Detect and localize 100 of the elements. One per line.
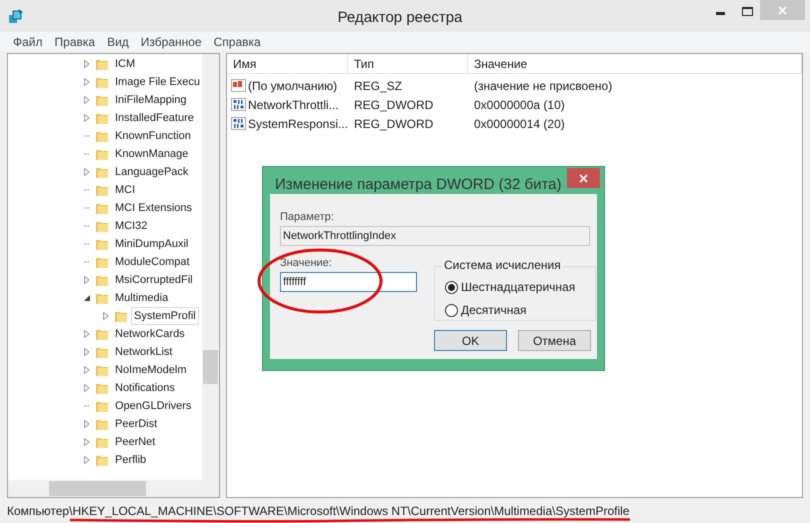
cancel-button[interactable]: Отмена: [518, 330, 591, 351]
menu-item[interactable]: Справка: [214, 32, 261, 50]
folder-icon: [95, 453, 109, 467]
expand-icon[interactable]: [84, 168, 90, 176]
value-name[interactable]: (По умолчанию): [248, 76, 338, 94]
vertical-scrollbar[interactable]: [202, 54, 219, 480]
string-value-icon: [231, 78, 246, 93]
tree-item[interactable]: NetworkList: [112, 342, 176, 362]
tree-item[interactable]: MCI: [112, 180, 138, 200]
tree-item[interactable]: ModuleCompat: [112, 252, 193, 272]
parameter-label: Параметр:: [280, 210, 334, 225]
binary-value-icon: [231, 97, 246, 112]
folder-icon: [95, 183, 109, 197]
menu-item[interactable]: Вид: [107, 32, 129, 50]
tree-item[interactable]: LanguagePack: [112, 162, 192, 182]
expand-icon[interactable]: [84, 78, 90, 86]
folder-icon: [95, 381, 109, 395]
value-type: REG_DWORD: [353, 96, 434, 114]
radio-button[interactable]: [445, 304, 458, 316]
tree-item[interactable]: MCI32: [112, 216, 150, 236]
expand-icon[interactable]: [84, 384, 90, 392]
tree-item[interactable]: KnownManage: [112, 144, 192, 164]
horizontal-scrollbar[interactable]: [8, 480, 219, 497]
menu-item[interactable]: Избранное: [140, 32, 202, 50]
expand-icon[interactable]: [84, 60, 90, 68]
close-icon: [579, 174, 588, 182]
tree-item[interactable]: Multimedia: [112, 288, 172, 308]
maximize-icon[interactable]: [742, 7, 753, 16]
expand-icon[interactable]: [84, 348, 90, 356]
column-header[interactable]: Тип: [348, 54, 468, 73]
folder-icon: [95, 165, 109, 179]
tree-item[interactable]: Image File Execu: [112, 72, 203, 92]
expand-icon[interactable]: [84, 276, 90, 284]
expand-icon[interactable]: [84, 456, 90, 464]
tree-item[interactable]: NoImeModelm: [112, 360, 190, 380]
scroll-thumb[interactable]: [49, 481, 146, 496]
tree-item[interactable]: KnownFunction: [112, 126, 194, 146]
folder-icon: [95, 219, 109, 233]
folder-icon: [95, 327, 109, 341]
tree-item[interactable]: Perflib: [112, 450, 150, 470]
folder-icon: [95, 255, 109, 269]
expand-icon[interactable]: [84, 330, 90, 338]
folder-icon: [114, 309, 128, 323]
tree-item[interactable]: ICM: [112, 54, 138, 74]
value-label: Значение:: [280, 256, 332, 271]
tree-item[interactable]: MiniDumpAuxil: [112, 234, 192, 254]
dialog-title: Изменение параметра DWORD (32 бита): [275, 175, 562, 195]
value-type: REG_SZ: [353, 78, 404, 94]
collapse-icon[interactable]: [84, 294, 90, 302]
close-button[interactable]: [760, 0, 805, 20]
tree-item[interactable]: SystemProfil: [131, 306, 199, 326]
folder-icon: [95, 417, 109, 431]
expand-icon[interactable]: [84, 114, 90, 122]
registry-app-icon: [8, 8, 24, 24]
radio-button[interactable]: [445, 280, 458, 294]
folder-icon: [95, 201, 109, 215]
window-title: Редактор реестра: [336, 8, 464, 28]
expand-icon[interactable]: [84, 420, 90, 428]
menu-item[interactable]: Файл: [13, 32, 43, 50]
folder-icon: [95, 111, 109, 125]
tree-item[interactable]: InstalledFeature: [112, 108, 197, 128]
folder-icon: [95, 345, 109, 359]
close-icon: [778, 6, 787, 14]
expand-icon[interactable]: [103, 312, 109, 320]
folder-icon: [95, 273, 109, 287]
tree-item[interactable]: OpenGLDrivers: [112, 396, 194, 416]
binary-value-icon: [231, 116, 246, 131]
value-input[interactable]: ffffffff: [280, 272, 417, 292]
tree-item[interactable]: NetworkCards: [112, 324, 188, 344]
folder-icon: [95, 129, 109, 143]
folder-icon: [95, 435, 109, 449]
expand-icon[interactable]: [84, 438, 90, 446]
tree-item[interactable]: PeerDist: [112, 414, 160, 434]
folder-icon: [95, 147, 109, 161]
folder-icon: [95, 291, 109, 305]
menu-item[interactable]: Правка: [54, 32, 96, 50]
value-data: (значение не присвоено): [473, 78, 614, 94]
folder-icon: [95, 75, 109, 89]
column-header[interactable]: Значение: [468, 54, 802, 73]
column-header[interactable]: Имя: [227, 54, 348, 73]
folder-icon: [95, 363, 109, 377]
tree-item[interactable]: Notifications: [112, 378, 178, 398]
dialog-close-button[interactable]: [567, 168, 600, 188]
value-type: REG_DWORD: [353, 116, 434, 132]
scroll-thumb[interactable]: [203, 350, 218, 384]
value-name[interactable]: NetworkThrottli...: [248, 96, 339, 114]
value-data: 0x00000014 (20): [473, 116, 566, 132]
folder-icon: [95, 57, 109, 71]
expand-icon[interactable]: [84, 96, 90, 104]
expand-icon[interactable]: [84, 366, 90, 374]
parameter-name-field: NetworkThrottlingIndex: [280, 226, 590, 246]
tree-item[interactable]: MsiCorruptedFil: [112, 270, 196, 290]
ok-button[interactable]: OK: [434, 330, 507, 351]
radio-label: Шестнадцатеричная: [461, 279, 576, 296]
tree-item[interactable]: MCI Extensions: [112, 198, 196, 218]
tree-item[interactable]: PeerNet: [112, 432, 158, 452]
tree-item[interactable]: IniFileMapping: [112, 90, 190, 110]
radio-label: Десятичная: [461, 302, 527, 319]
value-data: 0x0000000a (10): [473, 96, 566, 114]
value-name[interactable]: SystemResponsi...: [248, 114, 348, 132]
